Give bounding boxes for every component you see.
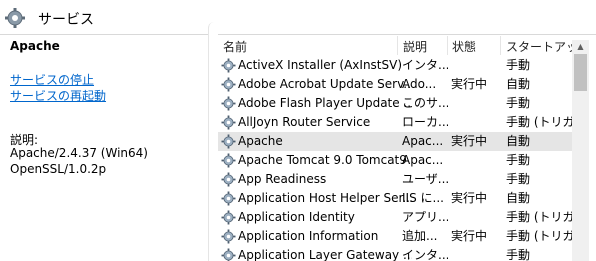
service-status-cell: 実行中: [451, 77, 488, 91]
column-divider[interactable]: [397, 36, 398, 55]
column-divider[interactable]: [500, 36, 501, 55]
service-description-cell: Ado...: [402, 77, 437, 91]
service-startup-cell: 手動 (トリガー: [506, 210, 576, 224]
table-row[interactable]: Application Layer Gateway ... インタ... 手動: [218, 246, 574, 261]
service-startup-cell: 手動: [506, 153, 531, 167]
table-row[interactable]: Application Host Helper Ser... IIS に... 実行…: [218, 189, 574, 208]
description-line: Apache/2.4.37 (Win64): [10, 146, 148, 160]
scrollbar-thumb[interactable]: [574, 54, 587, 91]
restart-service-link[interactable]: サービスの再起動: [10, 87, 106, 104]
service-description-cell: アプリ...: [402, 210, 448, 224]
table-row[interactable]: Adobe Acrobat Update Serv... Ado... 実行中 自動: [218, 75, 574, 94]
services-gear-icon: [5, 8, 25, 28]
table-row[interactable]: App Readiness ユーザ... 手動: [218, 170, 574, 189]
table-row[interactable]: Application Identity アプリ... 手動 (トリガー: [218, 208, 576, 227]
table-row[interactable]: Apache Tomcat 9.0 Tomcat9 Apac... 手動: [218, 151, 574, 170]
service-description-cell: IIS に...: [402, 191, 444, 205]
service-gear-icon: [221, 248, 236, 261]
service-name-cell: App Readiness: [238, 172, 327, 186]
service-startup-cell: 自動: [506, 77, 531, 91]
service-status-cell: 実行中: [451, 229, 488, 243]
list-header: ^ 名前 説明 状態 スタートアップの: [218, 36, 578, 55]
service-name-cell: Adobe Flash Player Update ...: [238, 96, 412, 110]
service-description-cell: インタ...: [402, 248, 448, 261]
service-gear-icon: [221, 96, 236, 111]
service-gear-icon: [221, 191, 236, 206]
title-bar: サービス: [0, 0, 596, 35]
service-name-cell: AllJoyn Router Service: [238, 115, 371, 129]
table-row-selected[interactable]: Apache Apac... 実行中 自動: [218, 132, 574, 151]
column-header-startup[interactable]: スタートアップの: [506, 38, 576, 55]
table-row[interactable]: Application Information 追加... 実行中 手動 (トリガー: [218, 227, 576, 246]
service-startup-cell: 手動 (トリガー: [506, 115, 576, 129]
column-divider[interactable]: [447, 36, 448, 55]
selected-service-name: Apache: [10, 39, 60, 53]
service-gear-icon: [221, 229, 236, 244]
service-startup-cell: 手動: [506, 96, 531, 110]
service-description-cell: Apac...: [402, 153, 444, 167]
service-name-cell: Application Identity: [238, 210, 355, 224]
service-gear-icon: [221, 153, 236, 168]
vertical-scrollbar[interactable]: ▲: [572, 40, 589, 261]
pane-divider: [208, 22, 218, 261]
table-row[interactable]: Adobe Flash Player Update ... このサ... 手動: [218, 94, 574, 113]
service-status-cell: 実行中: [451, 191, 488, 205]
service-startup-cell: 手動: [506, 58, 531, 72]
service-gear-icon: [221, 77, 236, 92]
service-gear-icon: [221, 172, 236, 187]
service-description-cell: ユーザ...: [402, 172, 448, 186]
service-name-cell: Application Information: [238, 229, 379, 243]
service-detail-pane: Apache サービスの停止 サービスの再起動 説明: Apache/2.4.3…: [0, 36, 211, 261]
stop-service-link[interactable]: サービスの停止: [10, 71, 94, 88]
table-row[interactable]: ActiveX Installer (AxInstSV) インタ... 手動: [218, 56, 574, 75]
service-name-cell: Apache Tomcat 9.0 Tomcat9: [238, 153, 407, 167]
service-startup-cell: 自動: [506, 191, 531, 205]
service-description-cell: Apac...: [402, 134, 444, 148]
service-description-cell: インタ...: [402, 58, 448, 72]
service-gear-icon: [221, 134, 236, 149]
column-header-description[interactable]: 説明: [403, 38, 445, 55]
service-gear-icon: [221, 115, 236, 130]
service-description-cell: 追加...: [402, 229, 438, 243]
service-description-cell: このサ...: [402, 96, 448, 110]
services-list[interactable]: ^ 名前 説明 状態 スタートアップの ActiveX Installer (A…: [218, 36, 596, 261]
service-name-cell: Application Layer Gateway ...: [238, 248, 412, 261]
service-name-cell: ActiveX Installer (AxInstSV): [238, 58, 403, 72]
window-title: サービス: [38, 12, 94, 28]
service-startup-cell: 自動: [506, 134, 531, 148]
service-startup-cell: 手動: [506, 172, 531, 186]
service-startup-cell: 手動 (トリガー: [506, 229, 576, 243]
service-name-cell: Apache: [238, 134, 283, 148]
service-gear-icon: [221, 210, 236, 225]
service-name-cell: Adobe Acrobat Update Serv...: [238, 77, 412, 91]
column-header-name[interactable]: 名前: [223, 38, 393, 55]
service-status-cell: 実行中: [451, 134, 488, 148]
service-startup-cell: 手動: [506, 248, 531, 261]
description-line: OpenSSL/1.0.2p: [10, 162, 107, 176]
service-name-cell: Application Host Helper Ser...: [238, 191, 412, 205]
table-row[interactable]: AllJoyn Router Service ローカ... 手動 (トリガー: [218, 113, 576, 132]
scroll-up-arrow-icon[interactable]: ▲: [572, 40, 589, 54]
column-header-status[interactable]: 状態: [452, 38, 498, 55]
service-gear-icon: [221, 58, 236, 73]
service-description-cell: ローカ...: [402, 115, 448, 129]
